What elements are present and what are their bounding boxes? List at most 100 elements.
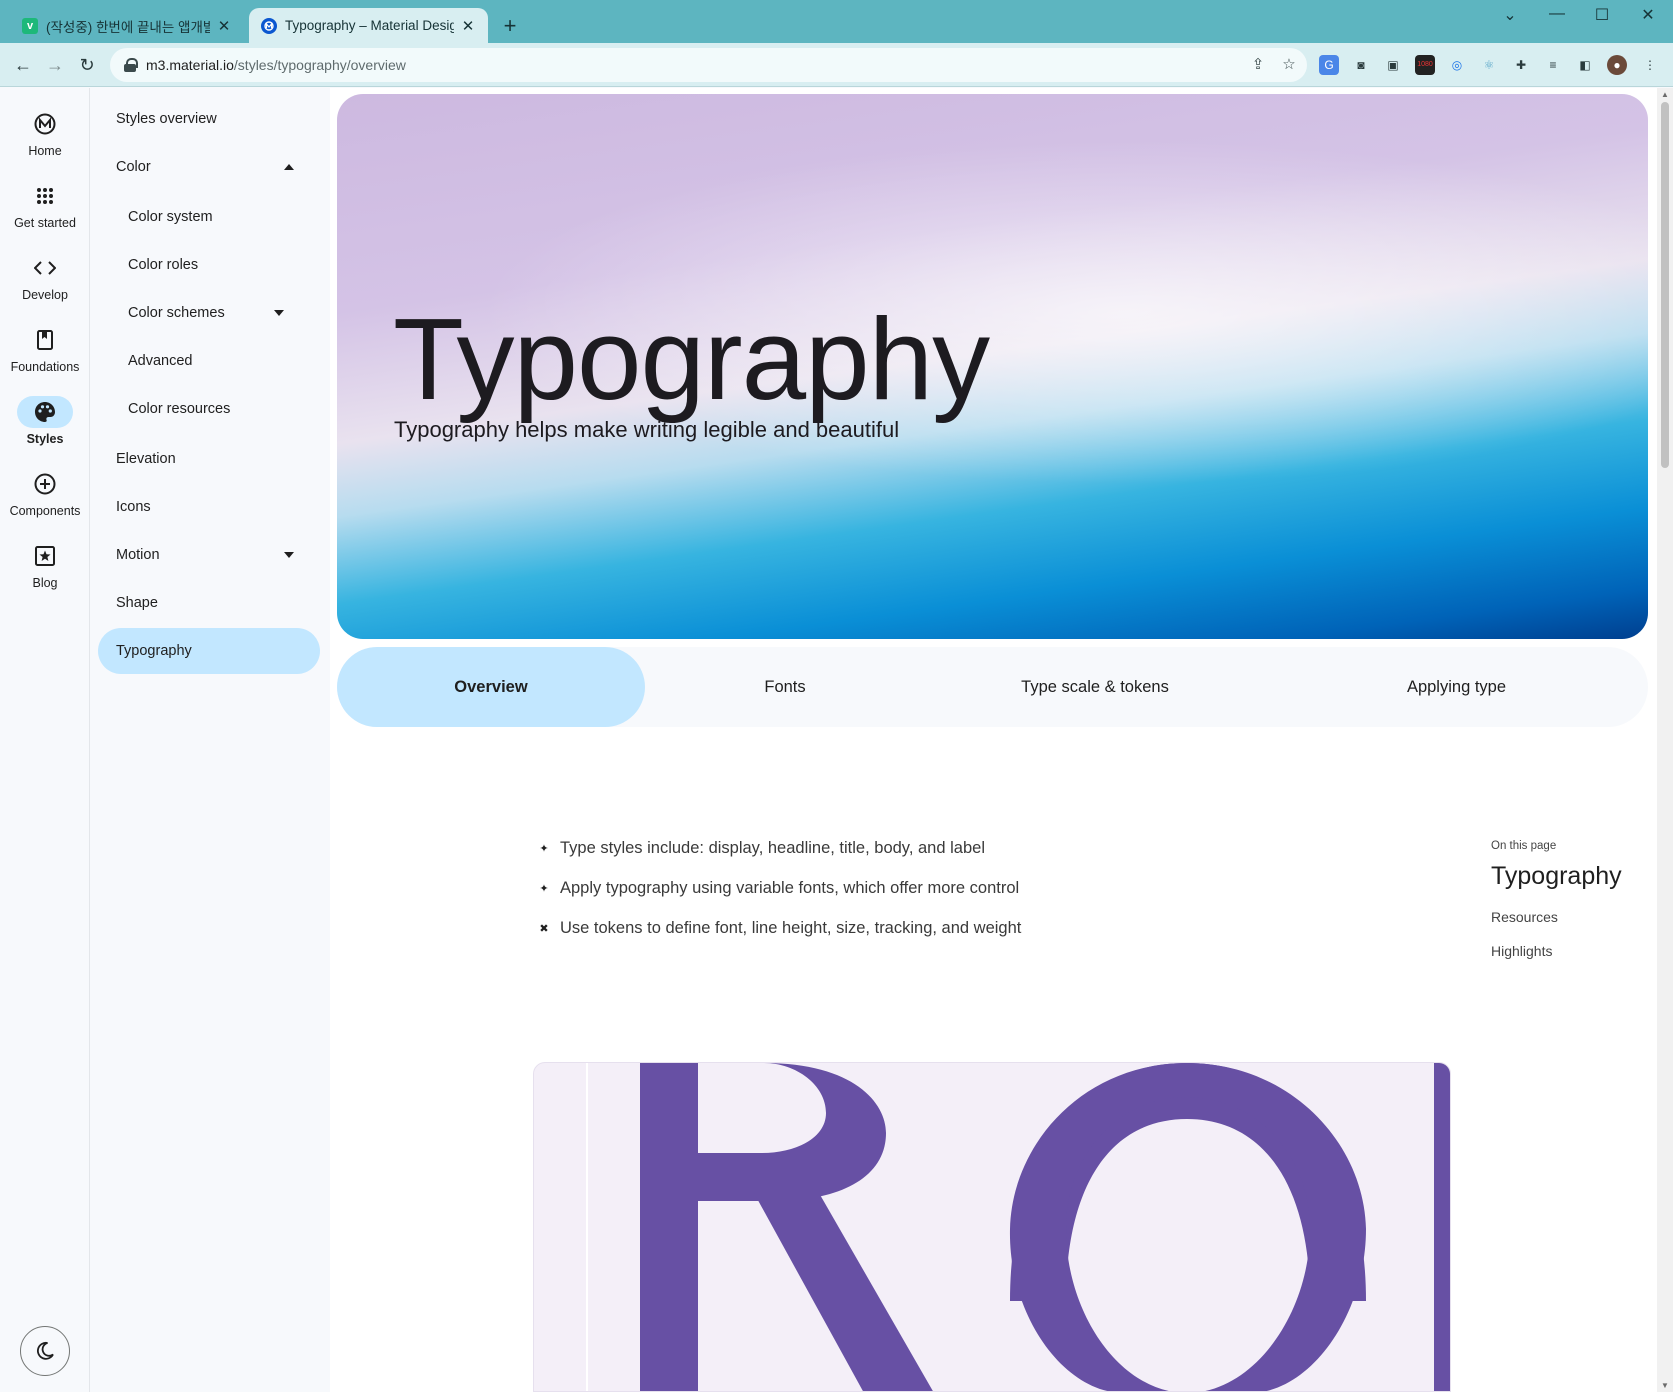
minimize-icon[interactable]: — <box>1541 5 1573 27</box>
browser-tab-active[interactable]: Typography – Material Design 3 ✕ <box>249 8 488 43</box>
rail-label: Home <box>28 144 62 158</box>
nav-label: Typography <box>116 643 192 659</box>
share-icon[interactable]: ⇪ <box>1249 56 1267 74</box>
sparkle-bullet-icon: ✦ <box>539 842 549 855</box>
rail-item-styles[interactable]: Styles <box>0 396 90 446</box>
scroll-up-arrow-icon[interactable]: ▲ <box>1660 90 1670 99</box>
rail-item-home[interactable]: Home <box>0 108 90 158</box>
address-bar[interactable]: m3.material.io/styles/typography/overvie… <box>110 48 1307 82</box>
nav-label: Color resources <box>128 401 231 417</box>
tab-search-chevron-icon[interactable]: ⌄ <box>1494 5 1526 27</box>
window-close-icon[interactable]: ✕ <box>1632 5 1664 27</box>
forward-arrow-icon[interactable]: → <box>42 52 68 78</box>
tab-applying-type[interactable]: Applying type <box>1265 647 1648 727</box>
tab-favicon-icon <box>261 17 277 34</box>
nav-item-icons[interactable]: Icons <box>98 484 320 530</box>
list-item: ✖ Use tokens to define font, line height,… <box>537 908 1021 948</box>
material-logo-icon <box>17 108 73 140</box>
nav-label: Color roles <box>128 257 199 273</box>
nav-label: Color schemes <box>128 305 225 321</box>
browser-tab-inactive[interactable]: v (작성중) 한번에 끝내는 앱개발 ✕ <box>10 8 244 43</box>
camera-extension-icon[interactable]: ◙ <box>1351 55 1371 75</box>
page-scrollbar[interactable]: ▲ ▼ <box>1657 88 1673 1392</box>
resolution-extension-icon[interactable]: 1080 <box>1415 55 1435 75</box>
list-item: ✦ Apply typography using variable fonts, … <box>537 868 1021 908</box>
nav-item-elevation[interactable]: Elevation <box>98 436 320 482</box>
nav-item-color-roles[interactable]: Color roles <box>98 242 320 288</box>
expand-caret-icon[interactable] <box>284 552 294 558</box>
nav-item-color-resources[interactable]: Color resources <box>98 386 320 432</box>
tab-close-icon[interactable]: ✕ <box>216 17 232 35</box>
type-specimen-image <box>533 1062 1451 1392</box>
rail-item-blog[interactable]: Blog <box>0 540 90 590</box>
toc-link-highlights[interactable]: Highlights <box>1491 943 1622 959</box>
translate-extension-icon[interactable]: G <box>1319 55 1339 75</box>
nav-item-color-schemes[interactable]: Color schemes <box>98 290 320 336</box>
nav-item-color[interactable]: Color <box>98 144 320 190</box>
nav-item-advanced[interactable]: Advanced <box>98 338 320 384</box>
browser-menu-icon[interactable]: ⋮ <box>1641 55 1659 75</box>
nav-label: Motion <box>116 547 160 563</box>
extensions-puzzle-icon[interactable]: ✚ <box>1511 55 1531 75</box>
tab-fonts[interactable]: Fonts <box>645 647 925 727</box>
rail-item-get-started[interactable]: Get started <box>0 180 90 230</box>
add-circle-icon <box>17 468 73 500</box>
page-tabs: Overview Fonts Type scale & tokens Apply… <box>337 647 1648 727</box>
code-icon <box>17 252 73 284</box>
nav-label: Styles overview <box>116 111 217 127</box>
nav-item-motion[interactable]: Motion <box>98 532 320 578</box>
apps-grid-icon <box>17 180 73 212</box>
reload-icon[interactable]: ↻ <box>74 52 100 78</box>
rail-label: Develop <box>22 288 68 302</box>
toc-link-typography[interactable]: Typography <box>1491 862 1622 891</box>
page-subtitle: Typography helps make writing legible an… <box>394 417 900 442</box>
url-path: /styles/typography/overview <box>233 57 406 73</box>
sparkle-bullet-icon: ✦ <box>539 882 549 895</box>
cast-extension-icon[interactable]: ▣ <box>1383 55 1403 75</box>
toc-heading: On this page <box>1491 840 1557 852</box>
nav-item-shape[interactable]: Shape <box>98 580 320 626</box>
new-tab-icon[interactable]: + <box>498 13 522 39</box>
toc-link-resources[interactable]: Resources <box>1491 909 1622 925</box>
rail-label: Get started <box>14 216 76 230</box>
react-devtools-icon[interactable]: ⚛ <box>1479 55 1499 75</box>
rail-item-components[interactable]: Components <box>0 468 90 518</box>
highlights-list: ✦ Type styles include: display, headline,… <box>537 828 1021 948</box>
back-arrow-icon[interactable]: ← <box>10 52 36 78</box>
refresh-extension-icon[interactable]: ◎ <box>1447 55 1467 75</box>
tab-favicon-icon: v <box>22 17 38 34</box>
hero-banner: Typography Typography helps make writing… <box>337 94 1648 639</box>
profile-avatar[interactable]: ● <box>1607 55 1627 75</box>
rail-item-develop[interactable]: Develop <box>0 252 90 302</box>
rail-label: Blog <box>32 576 58 590</box>
side-panel-icon[interactable]: ◧ <box>1575 55 1595 75</box>
page-title: Typography <box>393 294 990 424</box>
nav-label: Shape <box>116 595 158 611</box>
scroll-down-arrow-icon[interactable]: ▼ <box>1660 1381 1670 1390</box>
dark-mode-toggle[interactable] <box>20 1326 70 1376</box>
nav-item-color-system[interactable]: Color system <box>98 194 320 240</box>
nav-label: Color system <box>128 209 213 225</box>
bookmark-star-icon[interactable]: ☆ <box>1280 56 1298 74</box>
nav-item-typography[interactable]: Typography <box>98 628 320 674</box>
scrollbar-thumb[interactable] <box>1661 102 1669 468</box>
maximize-icon[interactable]: ☐ <box>1586 5 1618 27</box>
tab-type-scale-tokens[interactable]: Type scale & tokens <box>925 647 1265 727</box>
media-queue-icon[interactable]: ≡ <box>1543 55 1563 75</box>
collapse-caret-icon[interactable] <box>284 164 294 170</box>
nav-item-styles-overview[interactable]: Styles overview <box>98 96 320 142</box>
styles-side-navigation: Styles overview Color Color system Color… <box>90 88 330 1392</box>
bullet-text: Use tokens to define font, line height, … <box>560 918 1022 937</box>
browser-tab-strip: v (작성중) 한번에 끝내는 앱개발 ✕ Typography – Mater… <box>0 0 1673 43</box>
page-content: Home Get started Develop Foundations Sty… <box>0 88 1673 1392</box>
sparkle-bullet-icon: ✖ <box>539 922 549 935</box>
moon-icon <box>37 1341 54 1360</box>
tab-overview[interactable]: Overview <box>337 647 645 727</box>
nav-label: Elevation <box>116 451 176 467</box>
tab-title: Typography – Material Design 3 <box>285 18 454 33</box>
rail-label: Styles <box>26 432 64 446</box>
rail-item-foundations[interactable]: Foundations <box>0 324 90 374</box>
lock-icon[interactable] <box>124 58 138 72</box>
expand-caret-icon[interactable] <box>274 310 284 316</box>
tab-close-icon[interactable]: ✕ <box>460 17 476 35</box>
